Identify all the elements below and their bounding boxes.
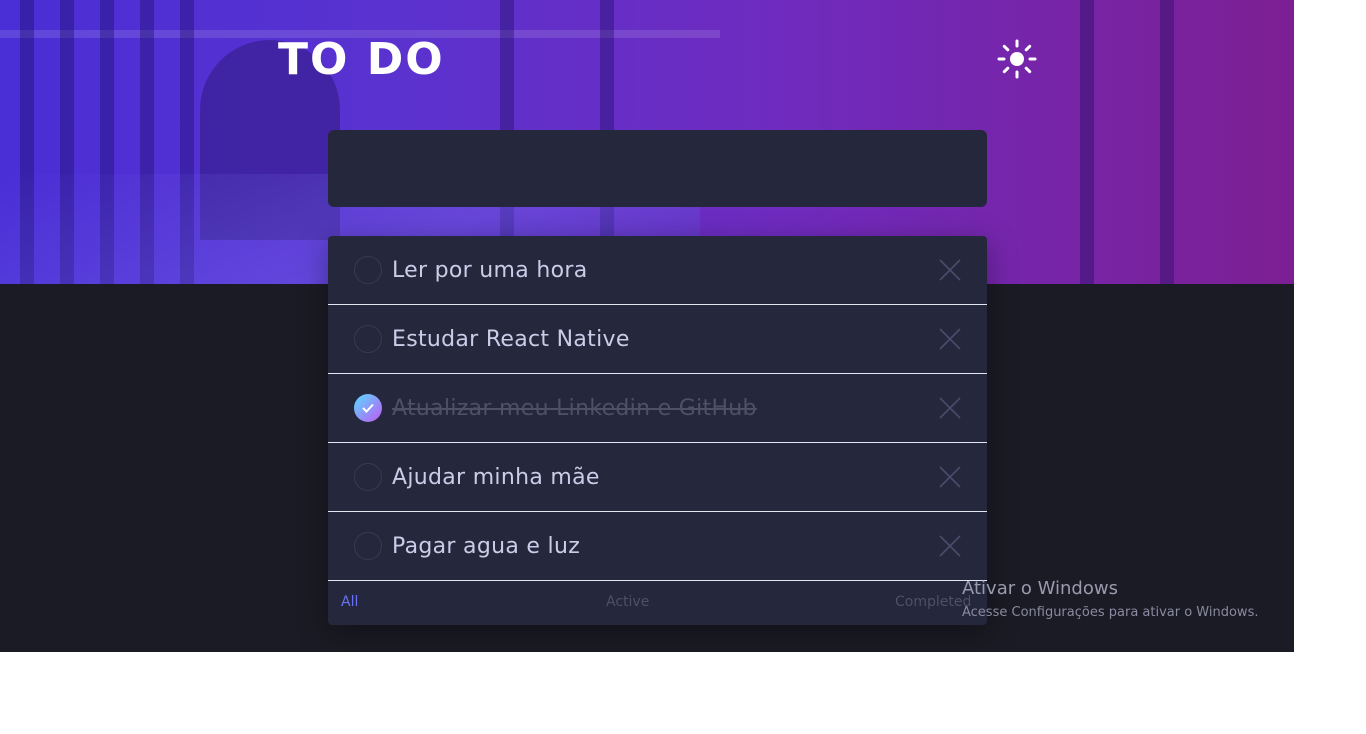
todo-item: Ler por uma hora (328, 236, 987, 305)
theme-toggle-button[interactable] (996, 38, 1038, 80)
delete-todo-button[interactable] (939, 535, 961, 557)
watermark-title: Ativar o Windows (962, 578, 1118, 599)
todo-checkbox[interactable] (354, 463, 382, 491)
todo-item: Estudar React Native (328, 305, 987, 374)
delete-todo-button[interactable] (939, 259, 961, 281)
hero-pillar-decoration (1080, 0, 1094, 284)
todo-item: Atualizar meu Linkedin e GitHub (328, 374, 987, 443)
watermark-subtitle: Acesse Configurações para ativar o Windo… (962, 605, 1259, 620)
todo-text: Ler por uma hora (392, 257, 588, 283)
filter-completed[interactable]: Completed (895, 594, 971, 610)
todo-checkbox-checked[interactable] (354, 394, 382, 422)
close-icon (939, 328, 961, 350)
todo-app: TO DO Ler por uma hora Estudar React Nat… (0, 0, 1294, 652)
todo-list: Ler por uma hora Estudar React Native At… (328, 236, 987, 625)
todo-item: Pagar agua e luz (328, 512, 987, 581)
todo-checkbox[interactable] (354, 532, 382, 560)
todo-text: Ajudar minha mãe (392, 464, 600, 490)
close-icon (939, 535, 961, 557)
hero-pillar-decoration (1160, 0, 1174, 284)
delete-todo-button[interactable] (939, 397, 961, 419)
windows-activation-watermark: Ativar o Windows Acesse Configurações pa… (962, 578, 1258, 620)
app-title: TO DO (278, 34, 445, 85)
check-icon (362, 403, 374, 413)
filter-all[interactable]: All (341, 594, 358, 610)
todo-checkbox[interactable] (354, 256, 382, 284)
close-icon (939, 466, 961, 488)
todo-text: Pagar agua e luz (392, 533, 581, 559)
close-icon (939, 397, 961, 419)
delete-todo-button[interactable] (939, 328, 961, 350)
new-todo-input[interactable] (328, 130, 987, 207)
todo-item: Ajudar minha mãe (328, 443, 987, 512)
sun-icon (997, 39, 1037, 79)
todo-text: Estudar React Native (392, 326, 630, 352)
todo-footer: All Active Completed (328, 581, 987, 625)
todo-checkbox[interactable] (354, 325, 382, 353)
todo-text-completed: Atualizar meu Linkedin e GitHub (392, 395, 757, 421)
delete-todo-button[interactable] (939, 466, 961, 488)
filter-active[interactable]: Active (606, 594, 649, 610)
close-icon (939, 259, 961, 281)
